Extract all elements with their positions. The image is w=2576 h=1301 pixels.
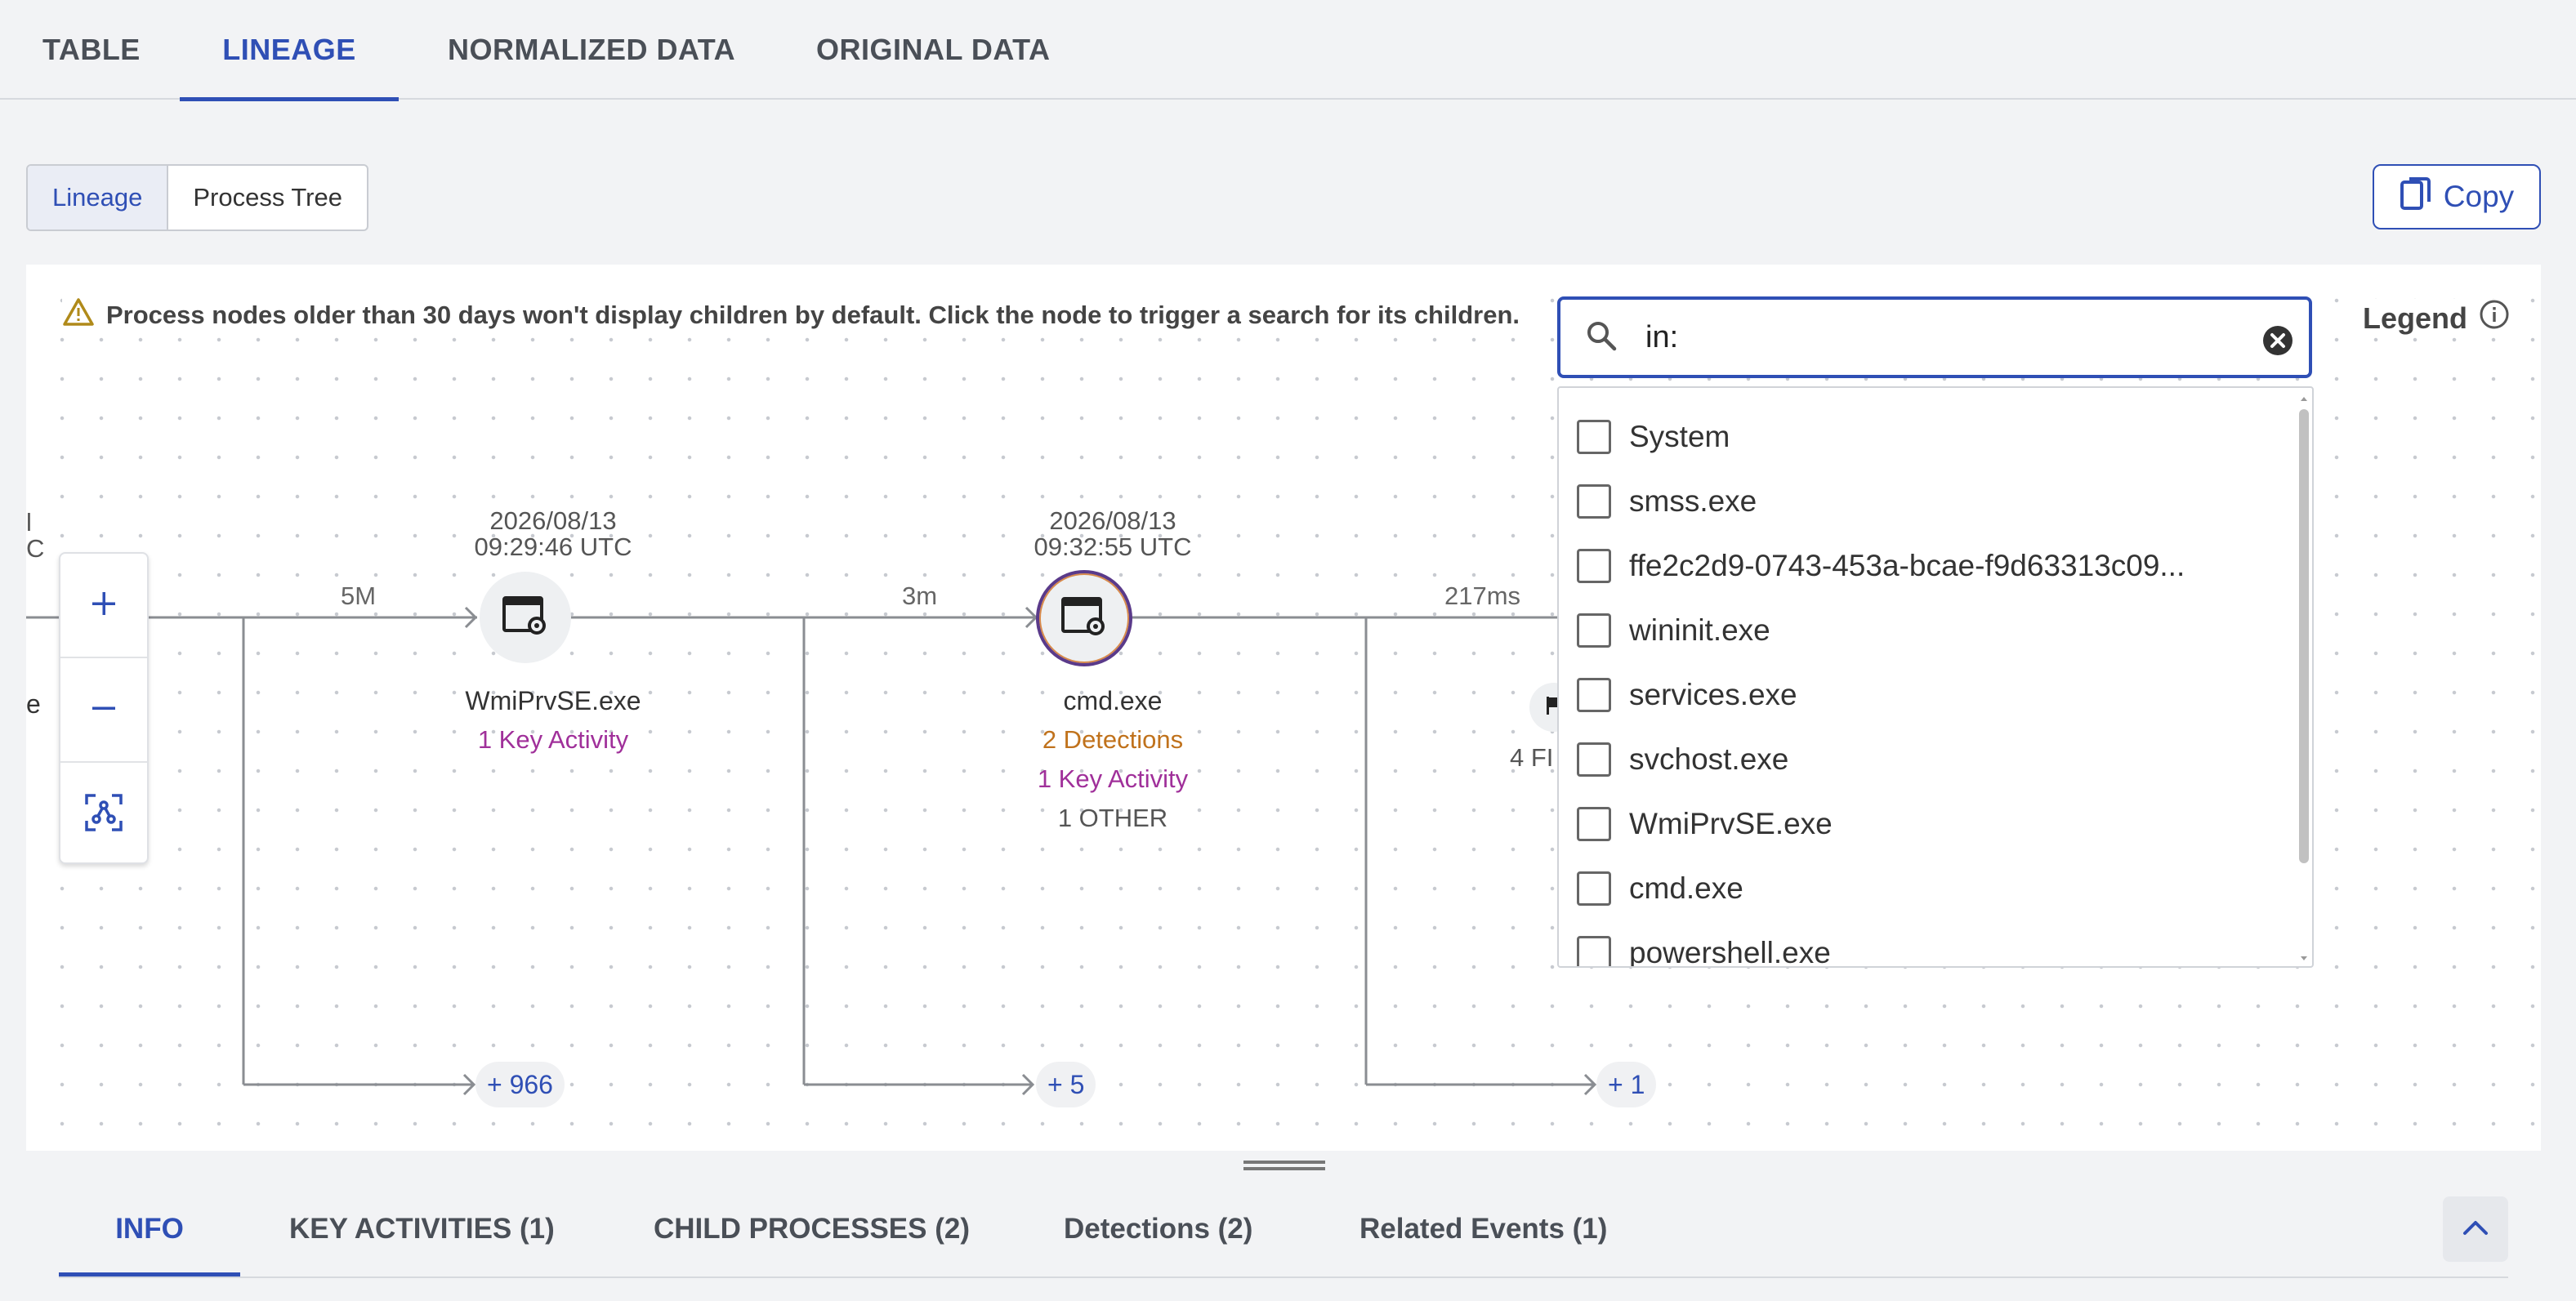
option-item[interactable]: smss.exe [1577, 477, 1757, 526]
tab-child-processes[interactable]: CHILD PROCESSES (2) [654, 1184, 970, 1276]
checkbox[interactable] [1577, 613, 1611, 648]
fit-view-icon [84, 793, 123, 836]
option-item[interactable]: wininit.exe [1577, 606, 1770, 655]
copy-button[interactable]: Copy [2373, 164, 2541, 229]
edge-duration: 5M [341, 581, 377, 610]
tab-key-activities[interactable]: KEY ACTIVITIES (1) [289, 1184, 555, 1276]
node-key-activity: 1 Key Activity [1037, 764, 1189, 793]
plus-icon [90, 590, 118, 622]
more-children-button[interactable]: + 966 [475, 1062, 565, 1107]
partial-node-date: l [26, 508, 32, 537]
option-item[interactable]: WmiPrvSE.exe [1577, 800, 1833, 849]
top-tab-bar: TABLE LINEAGE NORMALIZED DATA ORIGINAL D… [0, 0, 2576, 101]
more-children-button[interactable]: + 5 [1036, 1062, 1096, 1107]
checkbox[interactable] [1577, 549, 1611, 583]
option-item[interactable]: System [1577, 412, 1730, 461]
checkbox[interactable] [1577, 807, 1611, 841]
search-field[interactable] [1557, 296, 2312, 378]
option-label: smss.exe [1629, 484, 1757, 518]
checkbox[interactable] [1577, 742, 1611, 777]
tab-info[interactable]: INFO [59, 1184, 240, 1276]
option-label: cmd.exe [1629, 871, 1743, 905]
search-icon [1585, 319, 1618, 356]
process-node-cmd[interactable] [1036, 570, 1132, 666]
process-tree-toggle-button[interactable]: Process Tree [168, 166, 367, 229]
clear-search-icon[interactable] [2261, 324, 2294, 361]
partial-node-time: C [26, 534, 45, 563]
edge-duration: 217ms [1444, 581, 1521, 610]
node-key-activity: 1 Key Activity [477, 725, 629, 754]
tab-table[interactable]: TABLE [42, 0, 141, 100]
dropdown-scroll-thumb[interactable] [2299, 409, 2309, 863]
partial-node-label: 4 FI [1510, 743, 1554, 772]
option-item[interactable]: services.exe [1577, 671, 1797, 720]
search-input[interactable] [1645, 319, 2217, 355]
option-label: WmiPrvSE.exe [1629, 807, 1833, 840]
node-date: 2026/08/13 [489, 506, 617, 535]
minus-icon [90, 694, 118, 726]
option-label: wininit.exe [1629, 613, 1770, 647]
zoom-in-button[interactable] [60, 554, 147, 657]
node-name: cmd.exe [1063, 686, 1163, 715]
zoom-controls [59, 552, 149, 864]
node-time: 09:29:46 UTC [474, 532, 632, 561]
checkbox[interactable] [1577, 678, 1611, 712]
lineage-toggle-button[interactable]: Lineage [28, 166, 169, 229]
node-detections: 2 Detections [1042, 725, 1184, 754]
node-time: 09:32:55 UTC [1034, 532, 1192, 561]
collapse-panel-button[interactable] [2443, 1196, 2508, 1262]
option-label: services.exe [1629, 678, 1797, 711]
partial-node-name: e [26, 689, 41, 719]
node-name: WmiPrvSE.exe [465, 686, 641, 715]
checkbox[interactable] [1577, 420, 1611, 454]
fit-view-button[interactable] [60, 763, 147, 866]
checkbox[interactable] [1577, 871, 1611, 906]
view-toggle: Lineage Process Tree [26, 164, 368, 231]
details-tab-bar: INFO KEY ACTIVITIES (1) CHILD PROCESSES … [59, 1184, 2508, 1278]
option-item[interactable]: cmd.exe [1577, 864, 1743, 913]
option-label: ffe2c2d9-0743-453a-bcae-f9d63313c09... [1629, 549, 2185, 582]
option-label: svchost.exe [1629, 742, 1789, 776]
node-other: 1 OTHER [1057, 804, 1168, 832]
checkbox[interactable] [1577, 936, 1611, 966]
checkbox[interactable] [1577, 484, 1611, 519]
tab-detections[interactable]: Detections (2) [1064, 1184, 1252, 1276]
option-item[interactable]: ffe2c2d9-0743-453a-bcae-f9d63313c09... [1577, 541, 2185, 590]
process-window-icon [1060, 596, 1108, 641]
edge-duration: 3m [902, 581, 938, 610]
tab-normalized-data[interactable]: NORMALIZED DATA [448, 0, 735, 100]
zoom-out-button[interactable] [60, 658, 147, 761]
panel-resize-handle[interactable] [1243, 1161, 1325, 1172]
process-node-wmiprvse[interactable] [480, 572, 571, 663]
search-suggestions-dropdown: System smss.exe ffe2c2d9-0743-453a-bcae-… [1557, 386, 2314, 968]
chevron-up-icon [2462, 1219, 2489, 1241]
tab-original-data[interactable]: ORIGINAL DATA [816, 0, 1050, 100]
copy-icon [2400, 176, 2432, 219]
copy-label: Copy [2443, 180, 2515, 213]
option-label: System [1629, 420, 1730, 453]
option-label: powershell.exe [1629, 936, 1831, 968]
process-window-icon [502, 595, 549, 640]
tab-related-events[interactable]: Related Events (1) [1359, 1184, 1607, 1276]
node-date: 2026/08/13 [1049, 506, 1176, 535]
more-children-button[interactable]: + 1 [1596, 1062, 1657, 1107]
option-item[interactable]: svchost.exe [1577, 735, 1788, 784]
tab-lineage[interactable]: LINEAGE [180, 0, 399, 101]
option-item[interactable]: powershell.exe [1577, 929, 1831, 968]
